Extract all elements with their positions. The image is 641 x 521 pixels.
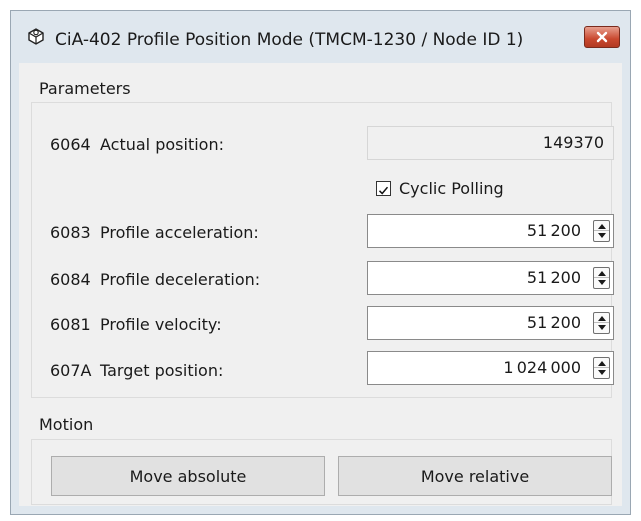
profile-velocity-value: 51 200: [526, 313, 581, 332]
profile-deceleration-text: Profile deceleration:: [100, 270, 261, 289]
actual-position-index: 6064: [50, 135, 91, 154]
gear-box-icon: [26, 27, 46, 45]
profile-velocity-index: 6081: [50, 315, 91, 334]
actual-position-label: 6064 Actual position:: [50, 135, 224, 154]
target-position-stepper[interactable]: 1 024 000: [367, 351, 614, 385]
target-position-label: 607A Target position:: [50, 361, 223, 380]
profile-deceleration-index: 6084: [50, 270, 91, 289]
spin-arrows-icon[interactable]: [593, 220, 610, 242]
close-button[interactable]: [584, 26, 620, 48]
profile-deceleration-value: 51 200: [526, 268, 581, 287]
profile-velocity-text: Profile velocity:: [100, 315, 222, 334]
parameters-group-label: Parameters: [39, 79, 131, 98]
window-title: CiA-402 Profile Position Mode (TMCM-1230…: [55, 30, 524, 50]
target-position-value: 1 024 000: [503, 358, 581, 377]
profile-velocity-stepper[interactable]: 51 200: [367, 306, 614, 340]
motion-group-label: Motion: [39, 415, 94, 434]
profile-deceleration-label: 6084 Profile deceleration:: [50, 270, 260, 289]
profile-deceleration-stepper[interactable]: 51 200: [367, 261, 614, 295]
spin-arrows-icon[interactable]: [593, 312, 610, 334]
profile-acceleration-stepper[interactable]: 51 200: [367, 214, 614, 248]
actual-position-text: Actual position:: [100, 135, 224, 154]
actual-position-field: 149370: [367, 126, 614, 160]
dialog-window: CiA-402 Profile Position Mode (TMCM-1230…: [10, 10, 631, 515]
spin-arrows-icon[interactable]: [593, 267, 610, 289]
close-icon: [596, 28, 608, 47]
cyclic-polling-checkbox[interactable]: [376, 181, 391, 196]
profile-acceleration-label: 6083 Profile acceleration:: [50, 223, 259, 242]
profile-acceleration-text: Profile acceleration:: [100, 223, 259, 242]
profile-velocity-label: 6081 Profile velocity:: [50, 315, 222, 334]
spin-arrows-icon[interactable]: [593, 357, 610, 379]
target-position-index: 607A: [50, 361, 92, 380]
title-bar[interactable]: CiA-402 Profile Position Mode (TMCM-1230…: [11, 11, 630, 63]
move-relative-button[interactable]: Move relative: [338, 456, 612, 496]
check-icon: [378, 186, 389, 195]
profile-acceleration-index: 6083: [50, 223, 91, 242]
target-position-text: Target position:: [100, 361, 224, 380]
dialog-content: Parameters 6064 Actual position: 149370 C…: [19, 63, 622, 506]
cyclic-polling-label[interactable]: Cyclic Polling: [399, 179, 504, 198]
profile-acceleration-value: 51 200: [526, 221, 581, 240]
move-absolute-button[interactable]: Move absolute: [51, 456, 325, 496]
